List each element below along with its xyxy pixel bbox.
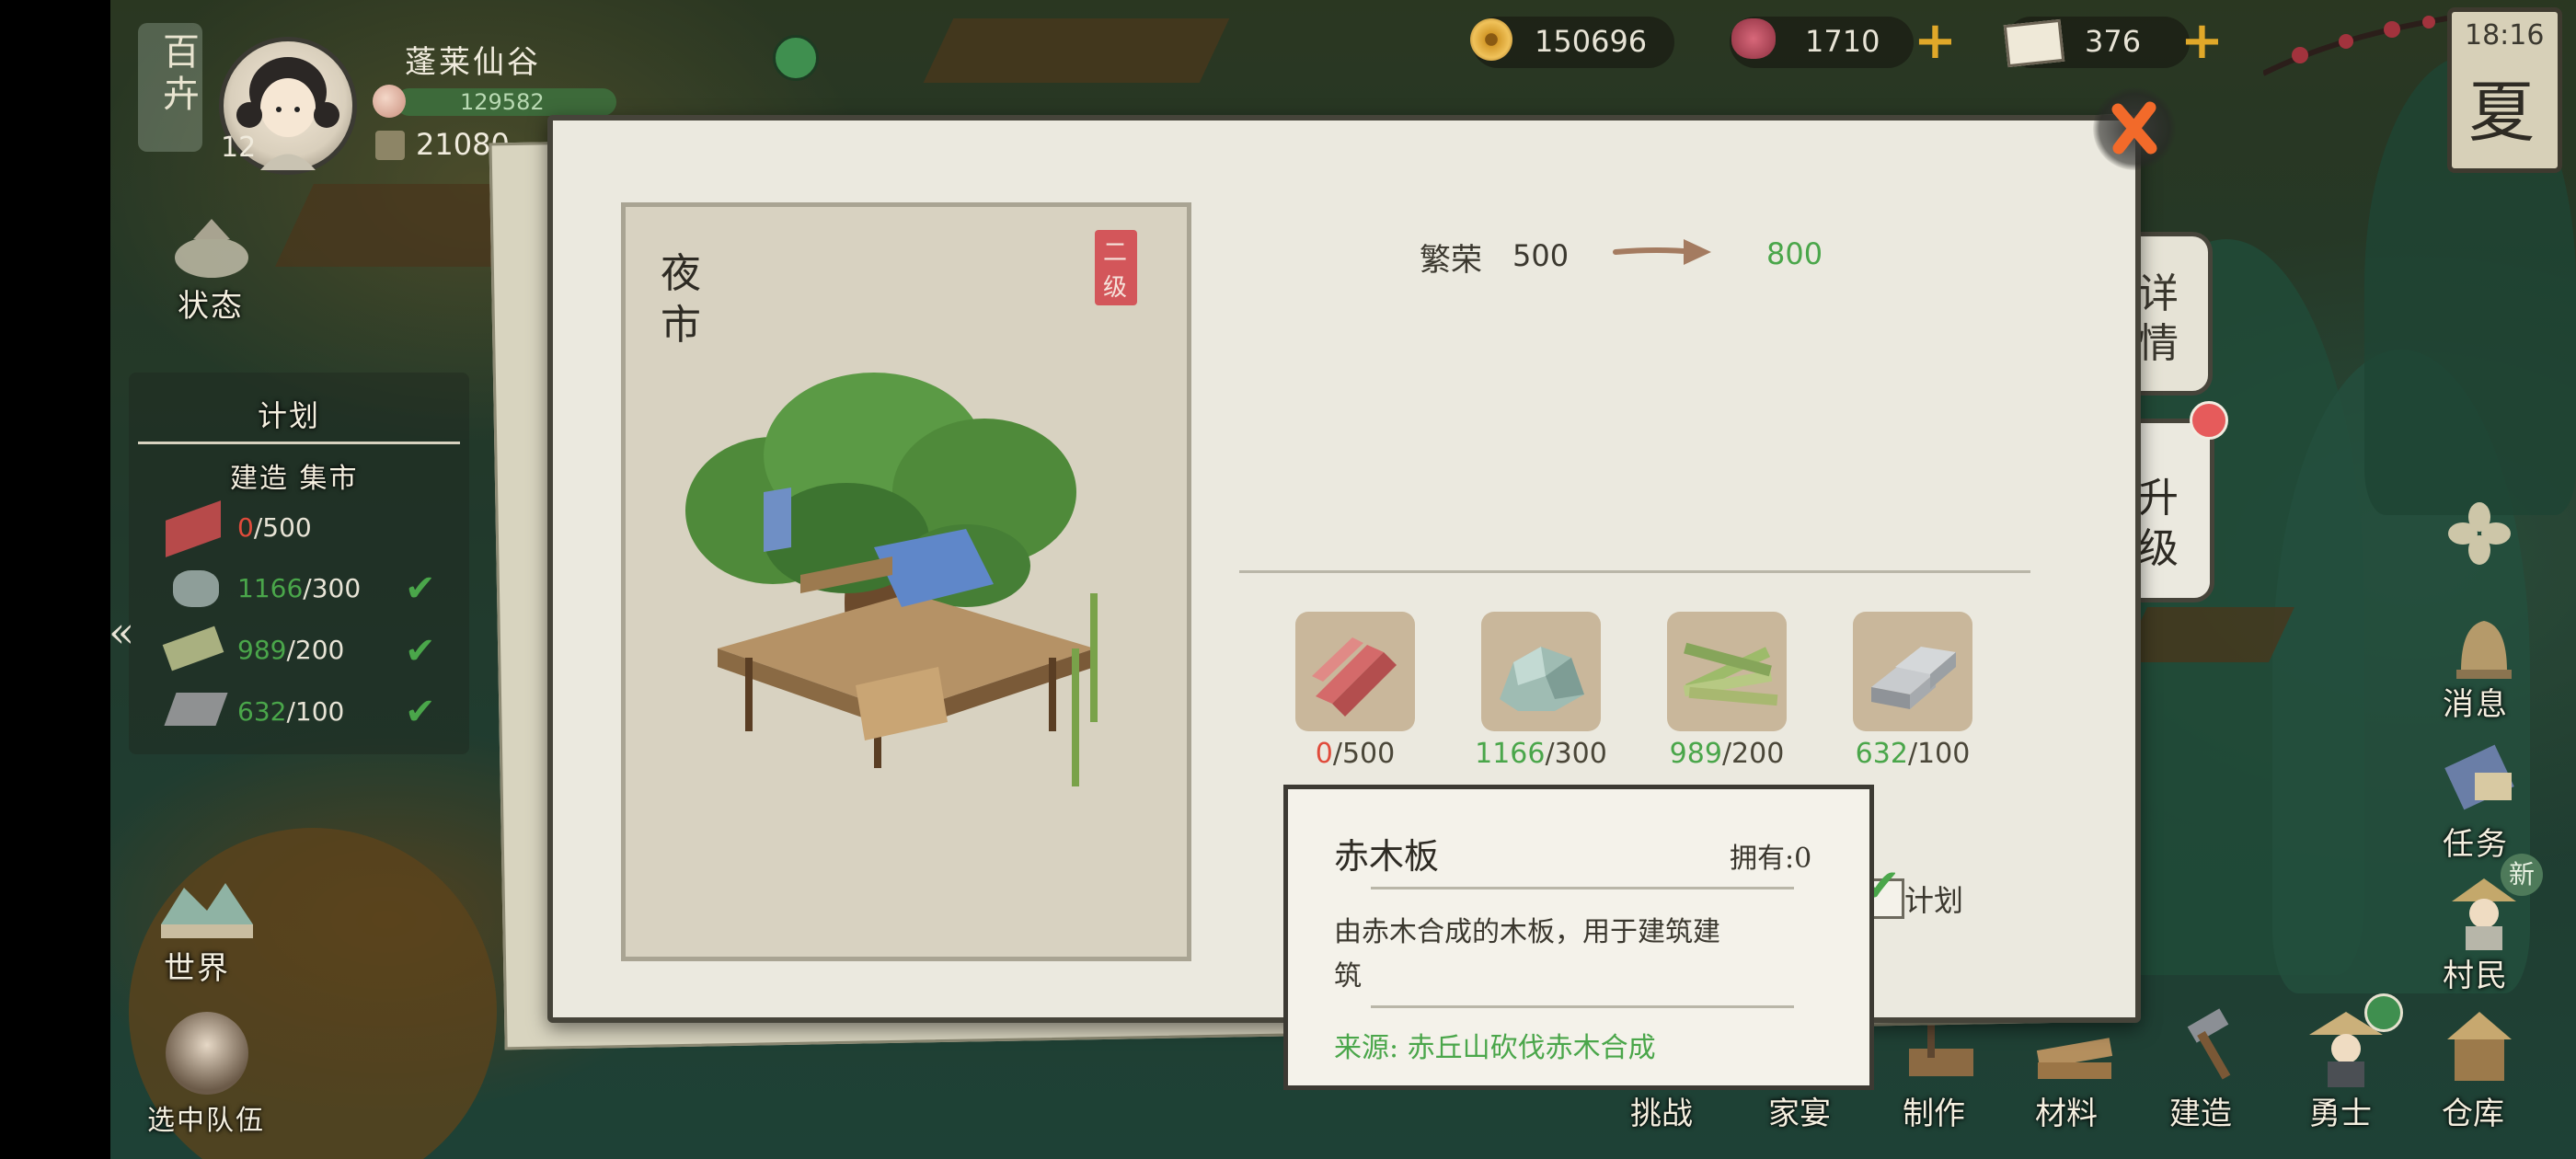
- plan-item-4: 632/100: [237, 696, 345, 727]
- build-hammer-icon[interactable]: [2171, 1007, 2254, 1085]
- left-letterbox: [0, 0, 110, 1159]
- plan-stone-icon: [173, 570, 219, 607]
- material-slot-red-plank[interactable]: [1295, 612, 1415, 731]
- plan-bamboo-icon: [162, 625, 224, 671]
- peach-icon: [373, 85, 406, 118]
- team-portrait-icon[interactable]: [166, 1012, 248, 1095]
- prosperity-from: 500: [1512, 238, 1570, 273]
- prosperity-to: 800: [1766, 236, 1823, 271]
- plan-item-4-check-icon: ✔: [405, 691, 436, 733]
- red-plank-icon: [1312, 637, 1397, 717]
- plan-panel[interactable]: 计划 建造 集市 0/500 1166/300 ✔ 989/200 ✔ 632/…: [129, 373, 469, 754]
- building-name-line-1: 夜: [661, 250, 701, 297]
- stone-icon: [1500, 647, 1584, 711]
- season-display: 夏: [2468, 74, 2536, 151]
- coin-icon: [1470, 18, 1512, 61]
- plan-item-2-check-icon: ✔: [405, 568, 436, 610]
- plan-item-1: 0/500: [237, 512, 312, 543]
- exp-bar: 129582: [396, 88, 616, 116]
- feast-button[interactable]: 家宴: [1768, 1088, 1831, 1133]
- tooltip-description-line-2: 筑: [1334, 960, 1362, 993]
- craft-button[interactable]: 制作: [1903, 1088, 1965, 1133]
- ticket-icon: [2003, 18, 2065, 68]
- plum-blossom-decoration: [2261, 9, 2448, 83]
- gem-icon: [1731, 18, 1776, 59]
- iron-ingot-icon: [1871, 647, 1956, 709]
- message-bell-icon[interactable]: [2443, 607, 2525, 690]
- villagers-label: 村民: [2443, 958, 2509, 994]
- tab-upgrade-label-2: 级: [2138, 525, 2179, 572]
- arrow-right-icon: [1612, 235, 1713, 269]
- add-gems-button[interactable]: +: [1914, 15, 1957, 66]
- task-scroll-icon[interactable]: [2438, 736, 2521, 819]
- gem-value: 1710: [1805, 24, 1880, 59]
- clock-panel: 18:16 夏: [2447, 7, 2562, 173]
- plan-iron-icon: [164, 693, 228, 726]
- tooltip-owned: 拥有:0: [1730, 843, 1812, 875]
- status-icon[interactable]: [170, 202, 253, 285]
- material-slot-stone[interactable]: [1481, 612, 1601, 731]
- tasks-label: 任务: [2443, 826, 2509, 863]
- level-seal: 二 级: [1095, 230, 1137, 305]
- collapse-left-arrow-icon[interactable]: «: [109, 607, 134, 657]
- ticket-value: 376: [2085, 24, 2142, 59]
- team-label: 选中队伍: [147, 1105, 265, 1137]
- season-badge-text: 百卉: [156, 32, 199, 117]
- player-name: 蓬莱仙谷: [405, 44, 541, 81]
- flower-menu-icon[interactable]: [2447, 501, 2512, 566]
- player-level: 12: [221, 132, 257, 164]
- material-slot-iron[interactable]: [1853, 612, 1972, 731]
- materials-button[interactable]: 材料: [2035, 1088, 2098, 1133]
- status-label: 状态: [178, 288, 244, 325]
- plan-panel-title: 计划: [258, 398, 321, 433]
- tooltip-divider-2: [1371, 1005, 1794, 1008]
- plan-item-2: 1166/300: [237, 573, 362, 603]
- night-market-treehouse-illustration: [685, 373, 1098, 786]
- plan-red-plank-icon: [166, 500, 221, 557]
- level-seal-text-2: 级: [1103, 274, 1128, 302]
- material-tooltip: 赤木板 拥有:0 由赤木合成的木板，用于建筑建 筑 来源: 赤丘山砍伐赤木合成: [1283, 785, 1874, 1090]
- close-button[interactable]: [2093, 87, 2176, 170]
- upgrade-notify-dot: [2190, 401, 2228, 440]
- warehouse-icon[interactable]: [2438, 1003, 2521, 1090]
- world-map-icon[interactable]: [156, 869, 258, 943]
- tab-details-label-2: 情: [2138, 320, 2179, 367]
- plan-checkbox-label: 计划: [1904, 883, 1964, 918]
- villager-icon[interactable]: [2443, 869, 2525, 952]
- material-count-red-plank: 0/500: [1315, 738, 1396, 770]
- clock-time: 18:16: [2465, 19, 2545, 52]
- building-name-line-2: 市: [661, 302, 701, 349]
- tooltip-source: 来源: 赤丘山砍伐赤木合成: [1334, 1032, 1656, 1064]
- warriors-button[interactable]: 勇士: [2309, 1088, 2372, 1133]
- plan-item-3: 989/200: [237, 635, 345, 665]
- plan-panel-subtitle: 建造 集市: [230, 463, 359, 495]
- tooltip-divider-1: [1371, 887, 1794, 889]
- material-slot-bamboo[interactable]: [1667, 612, 1787, 731]
- plan-panel-divider: [138, 442, 460, 444]
- build-button[interactable]: 建造: [2169, 1088, 2232, 1133]
- warehouse-button[interactable]: 仓库: [2442, 1088, 2504, 1133]
- message-label: 消息: [2443, 686, 2509, 723]
- material-count-bamboo: 989/200: [1669, 738, 1785, 770]
- tooltip-description-line-1: 由赤木合成的木板，用于建筑建: [1334, 916, 1720, 948]
- tooltip-title: 赤木板: [1334, 836, 1440, 877]
- level-seal-text-1: 二: [1103, 239, 1128, 267]
- exp-value: 129582: [460, 89, 545, 115]
- material-count-iron: 632/100: [1855, 738, 1971, 770]
- warrior-notify-dot: [2364, 993, 2403, 1032]
- online-status-dot: [773, 35, 819, 81]
- storage-icon: [375, 131, 405, 160]
- coin-value: 150696: [1535, 24, 1648, 59]
- add-tickets-button[interactable]: +: [2180, 15, 2224, 66]
- materials-divider: [1239, 570, 2030, 573]
- season-badge[interactable]: 百卉: [138, 23, 202, 152]
- building-card: 夜 市 二 级: [621, 202, 1191, 961]
- close-icon: [2111, 101, 2157, 155]
- material-count-stone: 1166/300: [1475, 738, 1607, 770]
- bamboo-icon: [1683, 642, 1778, 706]
- challenge-button[interactable]: 挑战: [1630, 1088, 1693, 1133]
- prosperity-label: 繁荣: [1420, 242, 1482, 279]
- plan-item-3-check-icon: ✔: [405, 630, 436, 672]
- world-label: 世界: [164, 950, 230, 987]
